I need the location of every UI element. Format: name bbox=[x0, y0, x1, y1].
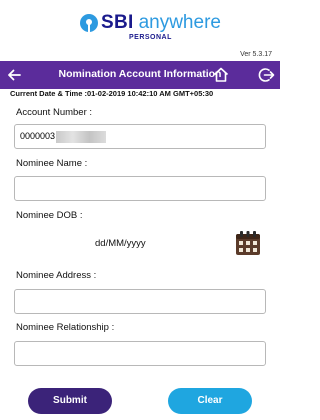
logout-button[interactable] bbox=[257, 66, 275, 84]
nominee-relationship-label: Nominee Relationship : bbox=[16, 322, 115, 333]
nominee-name-label: Nominee Name : bbox=[16, 158, 88, 169]
nominee-relationship-field[interactable] bbox=[14, 341, 266, 366]
brand-sbi-text: SBI bbox=[101, 12, 134, 33]
home-icon bbox=[213, 67, 229, 82]
app-header-logo: SBI anywhere PERSONAL bbox=[0, 0, 280, 48]
nominee-dob-label: Nominee DOB : bbox=[16, 210, 83, 221]
account-number-label: Account Number : bbox=[16, 107, 93, 118]
nominee-address-label: Nominee Address : bbox=[16, 270, 97, 281]
submit-button[interactable]: Submit bbox=[28, 388, 112, 414]
nominee-dob-field[interactable]: dd/MM/yyyy bbox=[95, 238, 146, 249]
brand-anywhere-text: anywhere bbox=[138, 12, 221, 33]
nominee-name-field[interactable] bbox=[14, 176, 266, 201]
home-button[interactable] bbox=[212, 66, 230, 84]
calendar-icon bbox=[236, 231, 260, 255]
account-number-value: 0000003 bbox=[20, 131, 56, 141]
calendar-button[interactable] bbox=[234, 229, 262, 257]
account-number-field[interactable]: 0000003 bbox=[14, 124, 266, 149]
nominee-address-field[interactable] bbox=[14, 289, 266, 314]
current-datetime: Current Date & Time :01-02-2019 10:42:10… bbox=[10, 89, 214, 98]
app-version: Ver 5.3.17 bbox=[240, 51, 272, 58]
title-bar: Nomination Account Information bbox=[0, 61, 280, 89]
logout-icon bbox=[258, 68, 275, 82]
brand-logo: SBI anywhere bbox=[80, 12, 221, 34]
sbi-logo-icon bbox=[80, 14, 98, 32]
clear-button[interactable]: Clear bbox=[168, 388, 252, 414]
brand-personal-text: PERSONAL bbox=[129, 34, 172, 41]
page-title: Nomination Account Information bbox=[58, 68, 222, 80]
masked-digits bbox=[56, 130, 107, 143]
